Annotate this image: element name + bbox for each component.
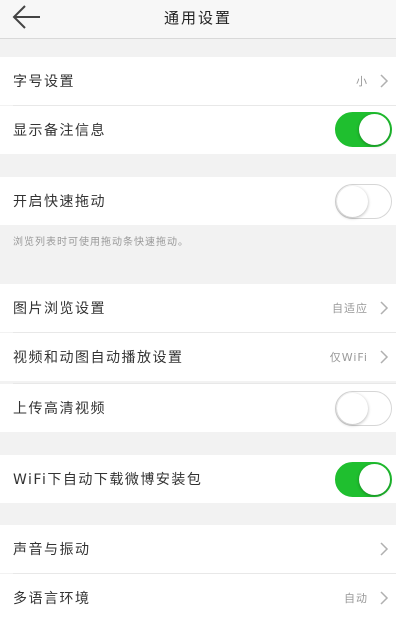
setting-quick-drag: 开启快速拖动 — [0, 177, 396, 225]
chevron-right-icon — [380, 350, 389, 364]
toggle-knob — [359, 464, 390, 495]
chevron-right-icon — [380, 591, 389, 605]
quick-drag-hint: 浏览列表时可使用拖动条快速拖动。 — [13, 237, 189, 248]
language-value: 自动 — [344, 592, 368, 605]
quick-drag-label: 开启快速拖动 — [13, 194, 106, 210]
page-title: 通用设置 — [163, 9, 232, 27]
navigation-bar: 通用设置 — [0, 0, 396, 39]
toggle-knob — [337, 186, 368, 217]
language-label: 多语言环境 — [13, 591, 91, 607]
chevron-right-icon — [380, 542, 389, 556]
setting-language[interactable]: 多语言环境 自动 — [0, 574, 396, 622]
wifi-download-toggle[interactable] — [335, 462, 392, 497]
setting-show-remark: 显示备注信息 — [0, 106, 396, 154]
font-size-value: 小 — [356, 75, 368, 88]
image-browse-value: 自适应 — [332, 302, 368, 315]
image-browse-label: 图片浏览设置 — [13, 301, 106, 317]
setting-sound-vibration[interactable]: 声音与振动 — [0, 525, 396, 573]
chevron-right-icon — [380, 74, 389, 88]
toggle-knob — [359, 114, 390, 145]
chevron-right-icon — [380, 301, 389, 315]
quick-drag-toggle[interactable] — [335, 184, 392, 219]
show-remark-label: 显示备注信息 — [13, 123, 106, 139]
hd-upload-toggle[interactable] — [335, 391, 392, 426]
toggle-knob — [337, 393, 368, 424]
show-remark-toggle[interactable] — [335, 112, 392, 147]
setting-font-size[interactable]: 字号设置 小 — [0, 57, 396, 105]
wifi-download-label: WiFi下自动下载微博安装包 — [13, 472, 203, 488]
setting-wifi-download: WiFi下自动下载微博安装包 — [0, 455, 396, 503]
autoplay-label: 视频和动图自动播放设置 — [13, 350, 184, 366]
setting-image-browse[interactable]: 图片浏览设置 自适应 — [0, 284, 396, 332]
font-size-label: 字号设置 — [13, 74, 75, 90]
setting-hd-upload: 上传高清视频 — [0, 384, 396, 432]
hd-upload-label: 上传高清视频 — [13, 401, 106, 417]
setting-autoplay[interactable]: 视频和动图自动播放设置 仅WiFi — [0, 333, 396, 381]
sound-vibration-label: 声音与振动 — [13, 542, 91, 558]
autoplay-value: 仅WiFi — [329, 351, 368, 364]
